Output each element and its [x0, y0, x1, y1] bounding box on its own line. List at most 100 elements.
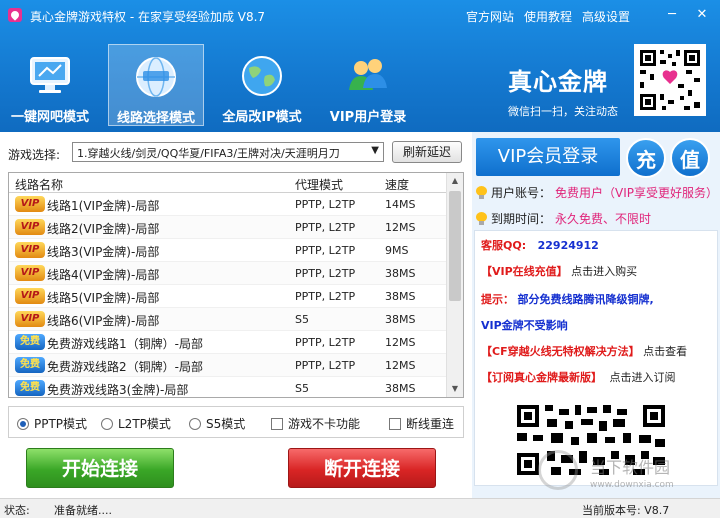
no-lag-label: 游戏不卡功能	[288, 417, 361, 431]
option-l2tp[interactable]: L2TP模式	[101, 415, 171, 432]
scroll-down-icon[interactable]: ▼	[447, 381, 463, 397]
l2tp-radio[interactable]	[101, 417, 113, 430]
subscribe-row[interactable]: 【订阅真心金牌最新版】 点击进入订阅	[481, 369, 676, 385]
support-qq: 客服QQ: 22924912	[481, 237, 599, 253]
lightbulb-icon	[476, 211, 487, 226]
mode-global-ip[interactable]: 全局改IP模式	[214, 44, 310, 126]
line-name: 免费游戏线路3(金牌)-局部	[47, 383, 189, 397]
game-select-row: 游戏选择: 1.穿越火线/剑灵/QQ华夏/FIFA3/王牌对决/天涯明月刀 ▼ …	[8, 141, 468, 164]
game-select-dropdown[interactable]: 1.穿越火线/剑灵/QQ华夏/FIFA3/王牌对决/天涯明月刀 ▼	[72, 142, 384, 162]
table-row[interactable]: VIP 线路3(VIP金牌)-局部 PPTP, L2TP 9MS	[9, 239, 463, 262]
vip-badge: VIP	[15, 265, 45, 281]
line-name: 免费游戏线路2（铜牌）-局部	[47, 360, 203, 374]
line-name: 线路1(VIP金牌)-局部	[47, 199, 160, 213]
disconnect-button[interactable]: 断开连接	[288, 448, 436, 488]
window-controls: ─ ✕	[658, 4, 716, 26]
close-button[interactable]: ✕	[688, 4, 716, 26]
subscribe-link[interactable]: 【订阅真心金牌最新版】	[481, 371, 602, 384]
link-tutorial[interactable]: 使用教程	[524, 8, 572, 25]
monitor-icon	[30, 57, 70, 93]
reconnect-label: 断线重连	[406, 417, 455, 431]
refresh-latency-button[interactable]: 刷新延迟	[392, 141, 462, 163]
line-speed: 38MS	[385, 267, 416, 280]
table-row[interactable]: VIP 线路6(VIP金牌)-局部 S5 38MS	[9, 308, 463, 331]
cf-row[interactable]: 【CF穿越火线无特权解决方法】 点击查看	[481, 343, 687, 359]
game-select-label: 游戏选择:	[8, 148, 61, 162]
line-panel: 游戏选择: 1.穿越火线/剑灵/QQ华夏/FIFA3/王牌对决/天涯明月刀 ▼ …	[0, 132, 470, 498]
minimize-button[interactable]: ─	[658, 4, 686, 26]
link-official-site[interactable]: 官方网站	[466, 8, 514, 25]
option-s5[interactable]: S5模式	[189, 415, 245, 432]
pptp-label: PPTP模式	[34, 417, 88, 431]
column-header-speed[interactable]: 速度	[385, 176, 409, 193]
line-speed: 12MS	[385, 336, 416, 349]
recharge-row[interactable]: 【VIP在线充值】 点击进入购买	[481, 263, 637, 279]
expire-value: 永久免费、不限时	[555, 212, 652, 226]
option-no-lag[interactable]: 游戏不卡功能	[271, 415, 360, 432]
tip-text-2: VIP金牌不受影响	[481, 319, 568, 332]
line-speed: 38MS	[385, 290, 416, 303]
brand-title: 真心金牌	[508, 67, 608, 96]
line-speed: 14MS	[385, 198, 416, 211]
line-mode: PPTP, L2TP	[295, 290, 356, 303]
mode-internet-cafe[interactable]: 一键网吧模式	[0, 44, 100, 126]
wechat-qr-code	[634, 44, 706, 116]
mode-line-select[interactable]: 线路选择模式	[108, 44, 204, 126]
status-bar: 状态: 准备就绪.... 当前版本号: V8.7	[0, 498, 720, 518]
line-speed: 38MS	[385, 382, 416, 395]
table-scrollbar[interactable]: ▲ ▼	[446, 173, 463, 397]
mode-label: 一键网吧模式	[10, 110, 89, 125]
column-header-name[interactable]: 线路名称	[15, 176, 63, 193]
game-selected-value: 1.穿越火线/剑灵/QQ华夏/FIFA3/王牌对决/天涯明月刀	[77, 147, 340, 160]
line-mode: PPTP, L2TP	[295, 267, 356, 280]
reconnect-checkbox[interactable]	[389, 417, 401, 430]
vip-badge: VIP	[15, 288, 45, 304]
line-speed: 9MS	[385, 244, 409, 257]
mode-label: 全局改IP模式	[222, 110, 302, 125]
table-row[interactable]: VIP 线路1(VIP金牌)-局部 PPTP, L2TP 14MS	[9, 193, 463, 216]
vip-badge: VIP	[15, 242, 45, 258]
account-panel: VIP会员登录 充 值 用户账号： 免费用户（VIP享受更好服务） 到期时间： …	[472, 132, 720, 498]
value-button[interactable]: 值	[670, 138, 710, 178]
s5-radio[interactable]	[189, 417, 201, 430]
table-row[interactable]: VIP 线路5(VIP金牌)-局部 PPTP, L2TP 38MS	[9, 285, 463, 308]
scroll-up-icon[interactable]: ▲	[447, 173, 463, 189]
table-body: VIP 线路1(VIP金牌)-局部 PPTP, L2TP 14MS VIP 线路2(VIP…	[9, 193, 463, 397]
line-name: 线路3(VIP金牌)-局部	[47, 245, 160, 259]
line-mode: S5	[295, 313, 309, 326]
option-reconnect[interactable]: 断线重连	[389, 415, 454, 432]
table-row[interactable]: 免费 免费游戏线路3(金牌)-局部 S5 38MS	[9, 377, 463, 397]
table-row[interactable]: 免费 免费游戏线路2（铜牌）-局部 PPTP, L2TP 12MS	[9, 354, 463, 377]
no-lag-checkbox[interactable]	[271, 417, 283, 430]
vip-login-button[interactable]: VIP会员登录	[476, 138, 620, 176]
table-row[interactable]: VIP 线路2(VIP金牌)-局部 PPTP, L2TP 12MS	[9, 216, 463, 239]
status-text: 准备就绪....	[54, 504, 112, 517]
mode-vip-login[interactable]: VIP用户登录	[320, 44, 416, 126]
line-name: 线路5(VIP金牌)-局部	[47, 291, 160, 305]
expire-row: 到期时间： 永久免费、不限时	[476, 210, 651, 227]
charge-button[interactable]: 充	[626, 138, 666, 178]
globe-icon	[242, 56, 282, 96]
line-name: 线路4(VIP金牌)-局部	[47, 268, 160, 282]
table-row[interactable]: VIP 线路4(VIP金牌)-局部 PPTP, L2TP 38MS	[9, 262, 463, 285]
link-advanced-settings[interactable]: 高级设置	[582, 8, 630, 25]
line-name: 免费游戏线路1（铜牌）-局部	[47, 337, 203, 351]
table-row[interactable]: 免费 免费游戏线路1（铜牌）-局部 PPTP, L2TP 12MS	[9, 331, 463, 354]
pptp-radio[interactable]	[17, 417, 29, 430]
cf-link[interactable]: 【CF穿越火线无特权解决方法】	[481, 345, 640, 358]
version-text: 当前版本号: V8.7	[582, 504, 670, 517]
line-name: 线路2(VIP金牌)-局部	[47, 222, 160, 236]
scrollbar-thumb[interactable]	[449, 191, 461, 301]
app-logo-icon	[8, 8, 22, 22]
tip-text: 部分免费线路腾讯降级铜牌,	[517, 293, 654, 306]
column-header-mode[interactable]: 代理模式	[295, 176, 343, 193]
free-badge: 免费	[15, 380, 45, 396]
option-pptp[interactable]: PPTP模式	[17, 415, 87, 432]
start-connect-button[interactable]: 开始连接	[26, 448, 174, 488]
vip-badge: VIP	[15, 311, 45, 327]
watermark-logo-icon	[538, 450, 578, 490]
status-label: 状态:	[4, 504, 30, 517]
recharge-link[interactable]: 【VIP在线充值】	[481, 265, 568, 278]
line-mode: PPTP, L2TP	[295, 198, 356, 211]
header-bar: 真心金牌游戏特权 - 在家享受经验加成 V8.7 官方网站 使用教程 高级设置 …	[0, 0, 720, 132]
